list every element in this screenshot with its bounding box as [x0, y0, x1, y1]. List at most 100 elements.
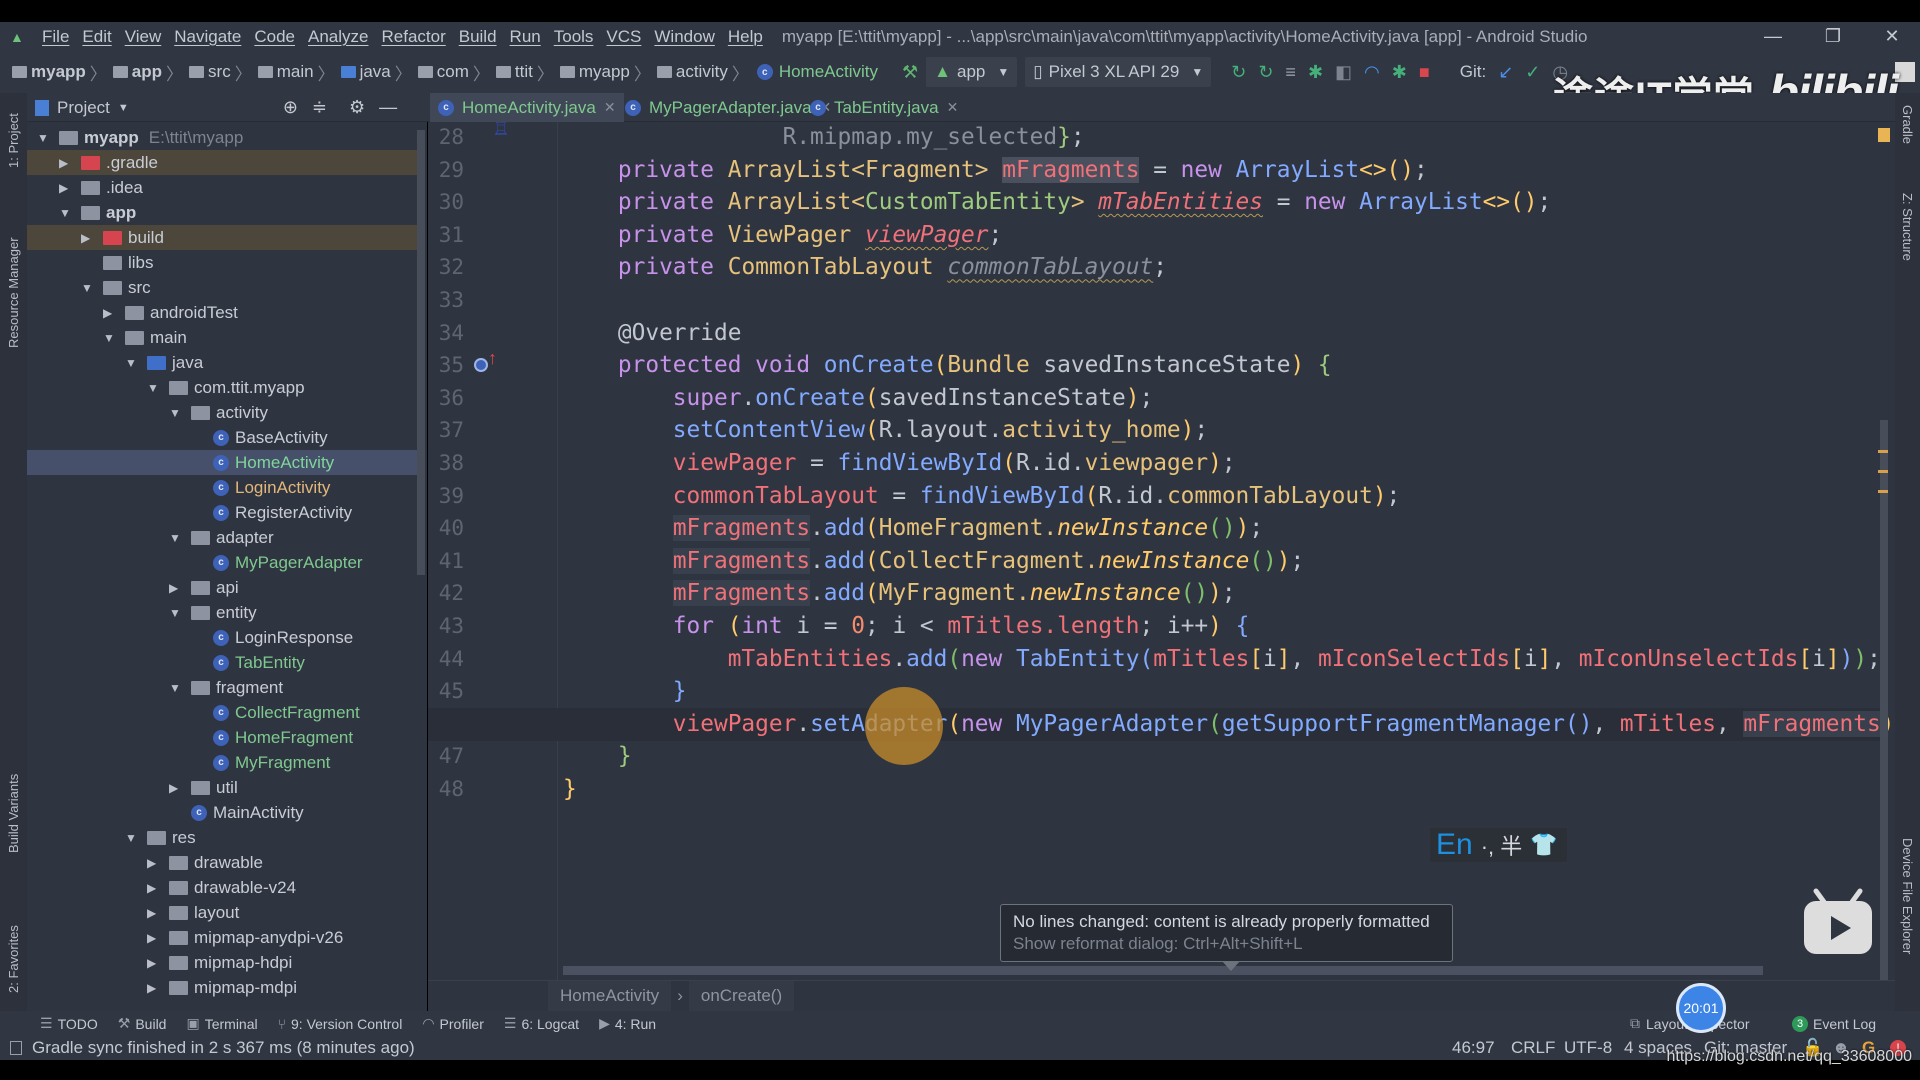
- debug-attach-icon[interactable]: ✱: [1392, 62, 1407, 83]
- tree-item-tabentity[interactable]: c TabEntity: [27, 650, 425, 675]
- menu-tools[interactable]: Tools: [554, 27, 594, 47]
- tree-item-homefragment[interactable]: c HomeFragment: [27, 725, 425, 750]
- gear-icon[interactable]: ⚙: [349, 97, 365, 118]
- editor-vertical-scrollbar[interactable]: [1880, 420, 1888, 980]
- tree-item-layout[interactable]: ▶ layout: [27, 900, 425, 925]
- chevron-right-icon[interactable]: ▶: [147, 906, 169, 920]
- collapse-all-icon[interactable]: ≑: [312, 97, 327, 118]
- code-line[interactable]: super.onCreate(savedInstanceState);: [563, 382, 1153, 415]
- breadcrumb-item[interactable]: java 〉: [335, 60, 412, 85]
- close-tab-icon[interactable]: ✕: [947, 99, 959, 116]
- stop-icon[interactable]: ■: [1419, 62, 1430, 83]
- override-marker-icon[interactable]: [474, 358, 488, 372]
- code-line[interactable]: commonTabLayout = findViewById(R.id.comm…: [563, 480, 1400, 513]
- tree-item-fragment[interactable]: ▼ fragment: [27, 675, 425, 700]
- breadcrumb-method[interactable]: onCreate(): [688, 980, 795, 1012]
- tool-window-gradle[interactable]: Gradle: [1900, 105, 1915, 144]
- attach-icon[interactable]: ◧: [1335, 62, 1352, 83]
- tool-window-build-variants[interactable]: Build Variants: [6, 774, 21, 853]
- chevron-down-icon[interactable]: ▼: [169, 681, 191, 695]
- chevron-right-icon[interactable]: ▶: [147, 856, 169, 870]
- status-message[interactable]: Gradle sync finished in 2 s 367 ms (8 mi…: [32, 1038, 415, 1058]
- tree-item-entity[interactable]: ▼ entity: [27, 600, 425, 625]
- code-line[interactable]: }: [563, 773, 577, 806]
- git-update-icon[interactable]: ↙: [1498, 62, 1513, 83]
- line-separator[interactable]: CRLF: [1511, 1038, 1555, 1058]
- bookmark-icon[interactable]: ♖: [492, 122, 510, 141]
- chevron-right-icon[interactable]: ▶: [147, 931, 169, 945]
- tree-item-myfragment[interactable]: c MyFragment: [27, 750, 425, 775]
- tree-item-drawable[interactable]: ▶ drawable: [27, 850, 425, 875]
- chevron-right-icon[interactable]: ▶: [103, 306, 125, 320]
- chevron-right-icon[interactable]: ▶: [59, 181, 81, 195]
- tree-item-api[interactable]: ▶ api: [27, 575, 425, 600]
- project-tree-scrollbar[interactable]: [417, 130, 425, 575]
- close-tab-icon[interactable]: ✕: [604, 99, 616, 116]
- minimize-button[interactable]: —: [1745, 22, 1801, 51]
- hide-panel-icon[interactable]: —: [379, 97, 397, 118]
- sync-icon[interactable]: ≡: [1285, 62, 1296, 83]
- tree-item-mipmap-anydpi-v26[interactable]: ▶ mipmap-anydpi-v26: [27, 925, 425, 950]
- code-editor[interactable]: 2829303132333435363738394041424344454647…: [428, 122, 1895, 980]
- tree-item-src[interactable]: ▼ src: [27, 275, 425, 300]
- user-icon[interactable]: [1895, 62, 1915, 82]
- debug-icon[interactable]: ✱: [1308, 62, 1323, 83]
- apply-code-changes-icon[interactable]: ↻: [1258, 62, 1273, 83]
- chevron-down-icon[interactable]: ▼: [169, 531, 191, 545]
- menu-view[interactable]: View: [125, 27, 162, 47]
- editor-horizontal-scrollbar[interactable]: [563, 966, 1763, 975]
- code-line[interactable]: viewPager.setAdapter(new MyPagerAdapter(…: [563, 708, 1895, 741]
- breadcrumb-class[interactable]: HomeActivity: [548, 980, 672, 1012]
- caret-position[interactable]: 46:97: [1452, 1038, 1495, 1058]
- apply-changes-icon[interactable]: ↻: [1231, 62, 1246, 83]
- breadcrumb-item[interactable]: src 〉: [183, 60, 252, 85]
- chevron-down-icon[interactable]: ▼: [118, 102, 129, 114]
- tab-homeactivity[interactable]: c HomeActivity.java ✕: [430, 93, 624, 122]
- tool-window-build[interactable]: ⚒ Build: [118, 1015, 167, 1032]
- code-line[interactable]: R.mipmap.my_selected};: [563, 122, 1085, 154]
- code-line[interactable]: mFragments.add(MyFragment.newInstance())…: [563, 577, 1236, 610]
- menu-analyze[interactable]: Analyze: [308, 27, 368, 47]
- code-line[interactable]: mTabEntities.add(new TabEntity(mTitles[i…: [563, 643, 1881, 676]
- chevron-down-icon[interactable]: ▼: [147, 381, 169, 395]
- tool-window-terminal[interactable]: ▣ Terminal: [186, 1015, 257, 1032]
- tree-item-mipmap-hdpi[interactable]: ▶ mipmap-hdpi: [27, 950, 425, 975]
- tree-item-loginresponse[interactable]: c LoginResponse: [27, 625, 425, 650]
- code-line[interactable]: setContentView(R.layout.activity_home);: [563, 414, 1208, 447]
- menu-help[interactable]: Help: [728, 27, 763, 47]
- tree-item-androidtest[interactable]: ▶ androidTest: [27, 300, 425, 325]
- locate-icon[interactable]: ⊕: [283, 97, 298, 118]
- breadcrumb-item[interactable]: com 〉: [412, 60, 490, 85]
- code-line[interactable]: protected void onCreate(Bundle savedInst…: [563, 349, 1332, 382]
- tool-window-logcat[interactable]: ☰ 6: Logcat: [504, 1015, 579, 1032]
- code-line[interactable]: private ArrayList<Fragment> mFragments =…: [563, 154, 1428, 187]
- menu-edit[interactable]: Edit: [82, 27, 111, 47]
- menu-refactor[interactable]: Refactor: [381, 27, 445, 47]
- breadcrumb-item[interactable]: myapp 〉: [6, 60, 107, 85]
- menu-code[interactable]: Code: [254, 27, 295, 47]
- menu-build[interactable]: Build: [459, 27, 497, 47]
- tree-item-main[interactable]: ▼ main: [27, 325, 425, 350]
- profiler-icon[interactable]: ◠: [1364, 62, 1380, 83]
- code-line[interactable]: private CommonTabLayout commonTabLayout;: [563, 251, 1167, 284]
- chevron-down-icon[interactable]: ▼: [37, 131, 59, 145]
- toggle-tool-windows-icon[interactable]: [10, 1041, 22, 1055]
- tool-window-version-control[interactable]: ⑂ 9: Version Control: [278, 1015, 403, 1032]
- tree-item-collectfragment[interactable]: c CollectFragment: [27, 700, 425, 725]
- code-line[interactable]: [563, 284, 618, 317]
- breadcrumb-item[interactable]: ttit 〉: [490, 60, 554, 85]
- code-line[interactable]: }: [563, 675, 687, 708]
- code-line[interactable]: }: [563, 740, 632, 773]
- chevron-right-icon[interactable]: ▶: [169, 581, 191, 595]
- chevron-down-icon[interactable]: ▼: [125, 831, 147, 845]
- code-line[interactable]: mFragments.add(CollectFragment.newInstan…: [563, 545, 1304, 578]
- breadcrumb-item[interactable]: main 〉: [252, 60, 335, 85]
- breadcrumb-item[interactable]: activity 〉: [651, 60, 749, 85]
- error-stripe-mark[interactable]: [1878, 470, 1888, 473]
- tree-item-registeractivity[interactable]: c RegisterActivity: [27, 500, 425, 525]
- tool-window-event-log[interactable]: 3 Event Log: [1792, 1015, 1876, 1032]
- menu-navigate[interactable]: Navigate: [174, 27, 241, 47]
- menu-run[interactable]: Run: [510, 27, 541, 47]
- tree-item-baseactivity[interactable]: c BaseActivity: [27, 425, 425, 450]
- breadcrumb-item[interactable]: myapp 〉: [554, 60, 651, 85]
